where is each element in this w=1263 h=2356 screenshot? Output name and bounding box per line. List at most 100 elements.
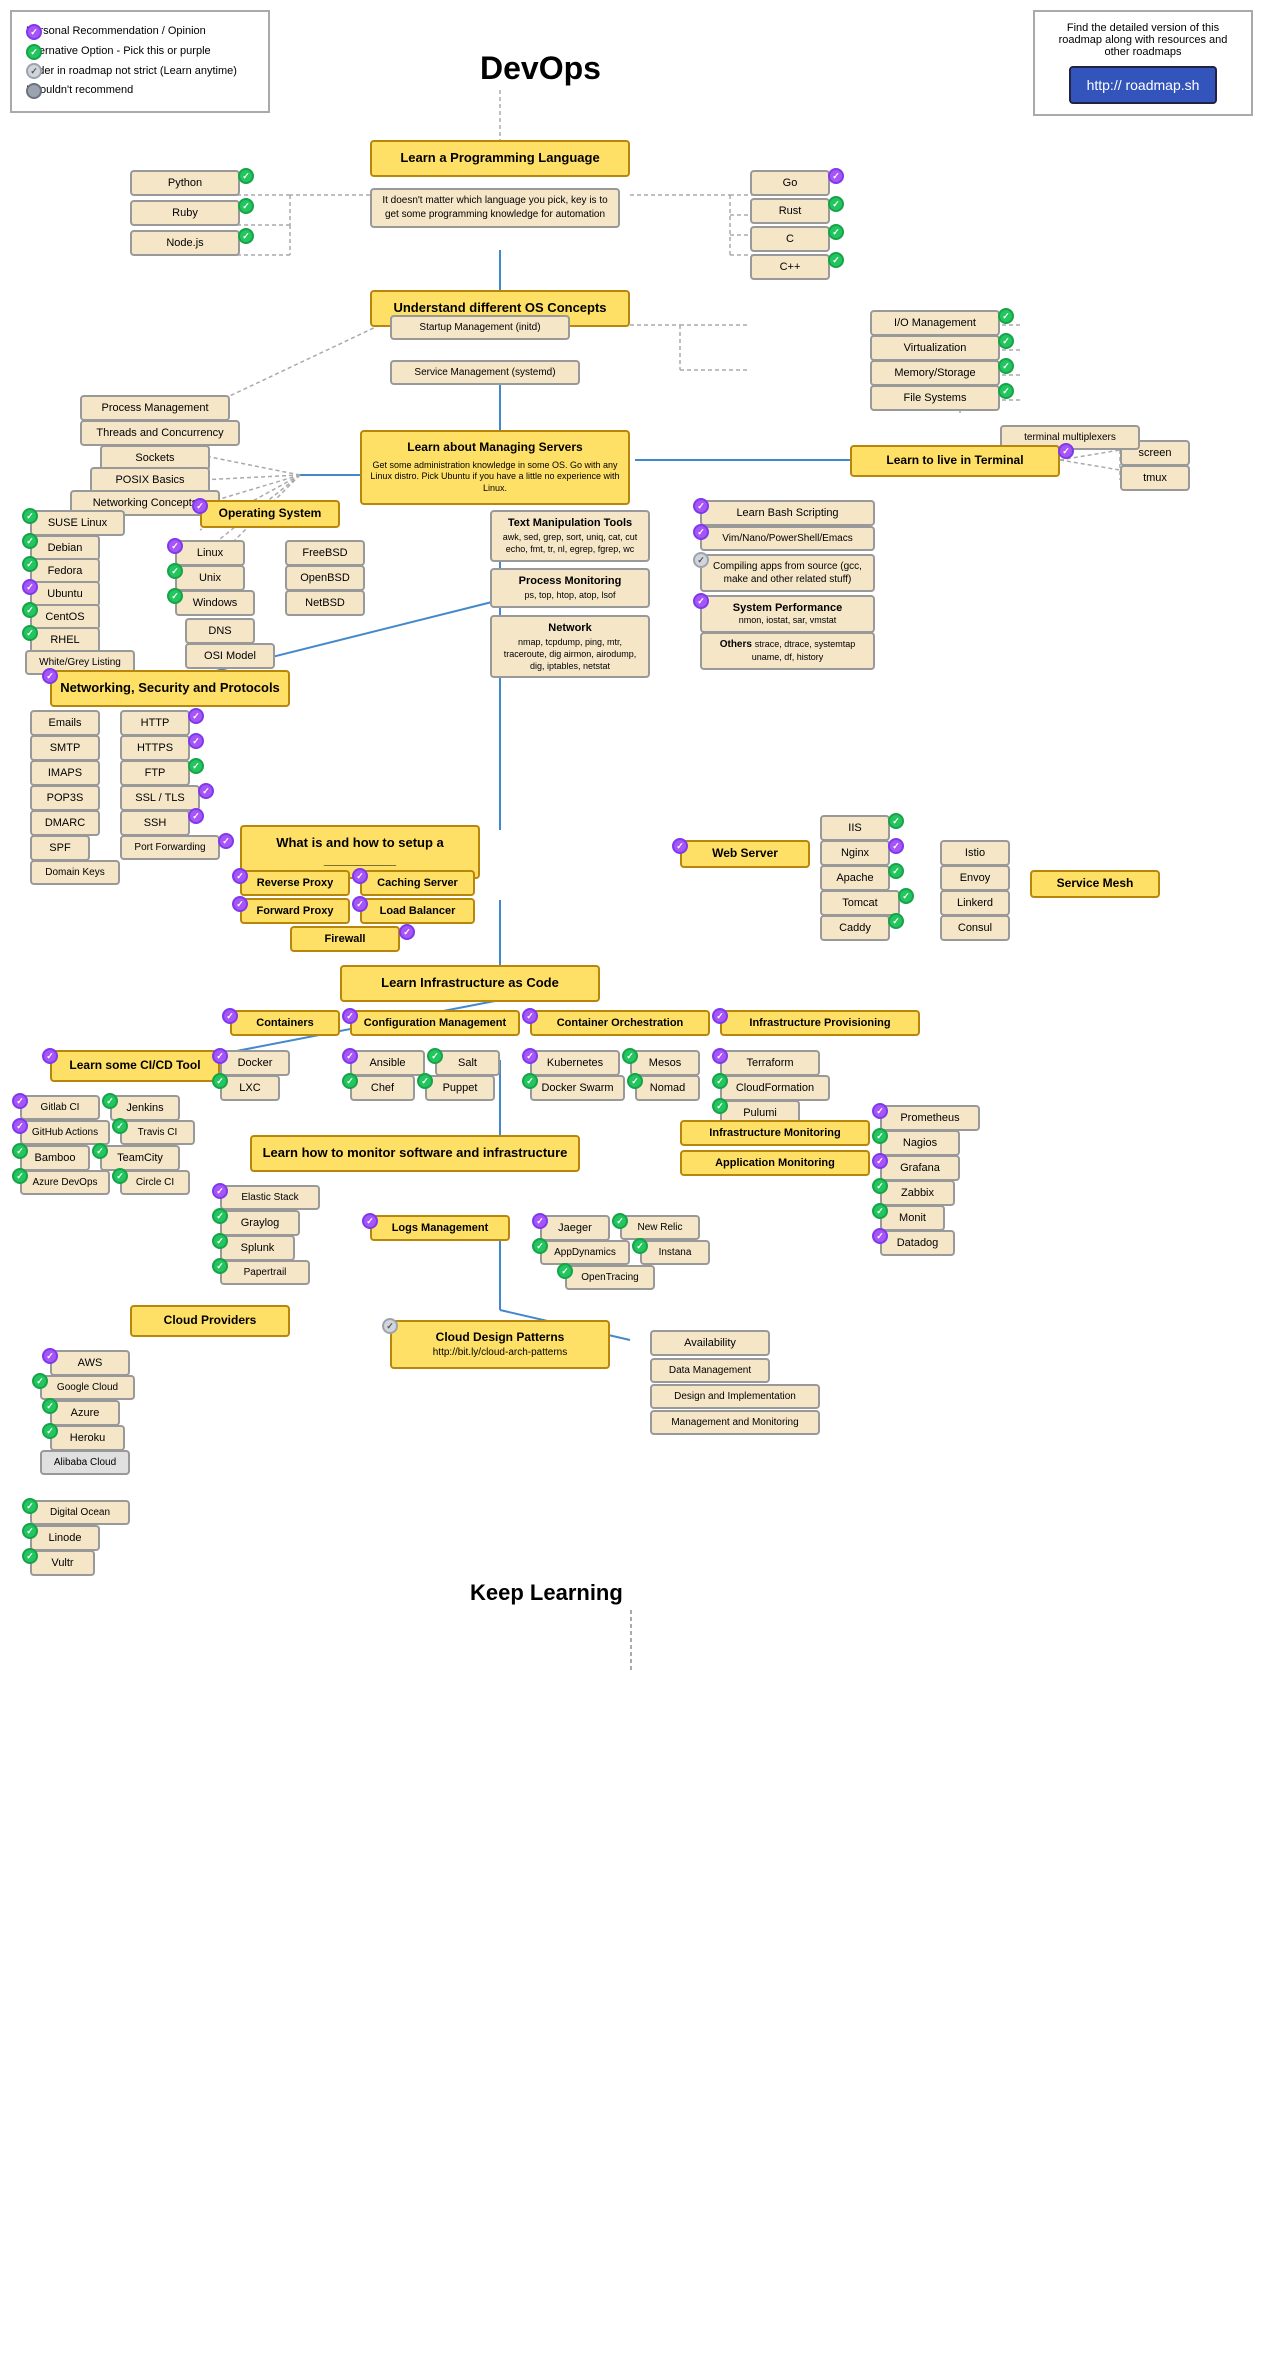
node-compiling: Compiling apps from source (gcc, make an… bbox=[700, 554, 875, 592]
node-https: HTTPS bbox=[120, 735, 190, 761]
badge-lb: ✓ bbox=[352, 896, 368, 912]
node-gitlab-ci: Gitlab CI bbox=[20, 1095, 100, 1120]
badge-opentracing: ✓ bbox=[557, 1263, 573, 1279]
node-app-monitoring: Application Monitoring bbox=[680, 1150, 870, 1176]
node-papertrail: Papertrail bbox=[220, 1260, 310, 1285]
badge-orch: ✓ bbox=[522, 1008, 538, 1024]
node-linode: Linode bbox=[30, 1525, 100, 1551]
node-travis-ci: Travis CI bbox=[120, 1120, 195, 1145]
badge-rev: ✓ bbox=[232, 868, 248, 884]
node-cpp: C++ bbox=[750, 254, 830, 280]
badge-azure-devops: ✓ bbox=[12, 1168, 28, 1184]
badge-compiling: ✓ bbox=[693, 552, 709, 568]
node-chef: Chef bbox=[350, 1075, 415, 1101]
badge-docker: ✓ bbox=[212, 1048, 228, 1064]
badge-bamboo: ✓ bbox=[12, 1143, 28, 1159]
node-caddy: Caddy bbox=[820, 915, 890, 941]
node-grafana: Grafana bbox=[880, 1155, 960, 1181]
node-appdynamics: AppDynamics bbox=[540, 1240, 630, 1265]
node-ssh: SSH bbox=[120, 810, 190, 836]
node-load-balancer: Load Balancer bbox=[360, 898, 475, 924]
main-title: DevOps bbox=[480, 50, 601, 87]
node-docker: Docker bbox=[220, 1050, 290, 1076]
badge-vultr: ✓ bbox=[22, 1548, 38, 1564]
badge-unix: ✓ bbox=[167, 563, 183, 579]
node-graylog: Graylog bbox=[220, 1210, 300, 1236]
node-google-cloud: Google Cloud bbox=[40, 1375, 135, 1400]
node-vultr: Vultr bbox=[30, 1550, 95, 1576]
node-opentracing: OpenTracing bbox=[565, 1265, 655, 1290]
node-digital-ocean: Digital Ocean bbox=[30, 1500, 130, 1525]
node-kubernetes: Kubernetes bbox=[530, 1050, 620, 1076]
node-osi: OSI Model bbox=[185, 643, 275, 669]
badge-ws: ✓ bbox=[672, 838, 688, 854]
badge-ruby: ✓ bbox=[238, 198, 254, 214]
node-io-mgmt: I/O Management bbox=[870, 310, 1000, 336]
node-new-relic: New Relic bbox=[620, 1215, 700, 1240]
badge-prom: ✓ bbox=[872, 1103, 888, 1119]
node-terminal: Learn to live in Terminal bbox=[850, 445, 1060, 477]
node-linux: Linux bbox=[175, 540, 245, 566]
footer-text: Keep Learning bbox=[470, 1580, 623, 1606]
node-aws: AWS bbox=[50, 1350, 130, 1376]
node-linkerd: Linkerd bbox=[940, 890, 1010, 916]
node-imaps: IMAPS bbox=[30, 760, 100, 786]
node-cloud-providers: Cloud Providers bbox=[130, 1305, 290, 1337]
node-istio: Istio bbox=[940, 840, 1010, 866]
badge-net-sec: ✓ bbox=[42, 668, 58, 684]
node-freebsd: FreeBSD bbox=[285, 540, 365, 566]
node-infra-as-code: Learn Infrastructure as Code bbox=[340, 965, 600, 1002]
node-iis: IIS bbox=[820, 815, 890, 841]
node-lxc: LXC bbox=[220, 1075, 280, 1101]
badge-travis: ✓ bbox=[112, 1118, 128, 1134]
badge-go: ✓ bbox=[828, 168, 844, 184]
badge-caddy: ✓ bbox=[888, 913, 904, 929]
node-monitor: Learn how to monitor software and infras… bbox=[250, 1135, 580, 1172]
badge-c: ✓ bbox=[828, 224, 844, 240]
badge-nomad: ✓ bbox=[627, 1073, 643, 1089]
node-cloud-patterns: Cloud Design Patterns http://bit.ly/clou… bbox=[390, 1320, 610, 1369]
node-prometheus: Prometheus bbox=[880, 1105, 980, 1131]
node-config-mgmt: Configuration Management bbox=[350, 1010, 520, 1036]
node-logs-mgmt: Logs Management bbox=[370, 1215, 510, 1241]
badge-aws: ✓ bbox=[42, 1348, 58, 1364]
roadmap-url[interactable]: http:// roadmap.sh bbox=[1069, 66, 1218, 104]
info-box: Find the detailed version of this roadma… bbox=[1033, 10, 1253, 116]
badge-grafana: ✓ bbox=[872, 1153, 888, 1169]
badge-salt: ✓ bbox=[427, 1048, 443, 1064]
node-python: Python bbox=[130, 170, 240, 196]
node-spf: SPF bbox=[30, 835, 90, 861]
badge-newrelic: ✓ bbox=[612, 1213, 628, 1229]
legend-not-recommend: I wouldn't recommend bbox=[26, 81, 133, 101]
node-startup-mgmt: Startup Management (initd) bbox=[390, 315, 570, 340]
badge-infra-prov: ✓ bbox=[712, 1008, 728, 1024]
node-containers: Containers bbox=[230, 1010, 340, 1036]
node-cloudformation: CloudFormation bbox=[720, 1075, 830, 1101]
badge-chef: ✓ bbox=[342, 1073, 358, 1089]
badge-lxc: ✓ bbox=[212, 1073, 228, 1089]
badge-heroku: ✓ bbox=[42, 1423, 58, 1439]
node-ssl-tls: SSL / TLS bbox=[120, 785, 200, 811]
node-mesos: Mesos bbox=[630, 1050, 700, 1076]
node-managing-servers: Learn about Managing Servers Get some ad… bbox=[360, 430, 630, 505]
badge-patterns: ✓ bbox=[382, 1318, 398, 1334]
badge-iis: ✓ bbox=[888, 813, 904, 829]
node-sys-perf: System Performance nmon, iostat, sar, vm… bbox=[700, 595, 875, 633]
badge-windows: ✓ bbox=[167, 588, 183, 604]
badge-green: ✓ bbox=[26, 44, 42, 60]
node-nginx: Nginx bbox=[820, 840, 890, 866]
node-firewall: Firewall bbox=[290, 926, 400, 952]
node-ruby: Ruby bbox=[130, 200, 240, 226]
badge-pulumi: ✓ bbox=[712, 1098, 728, 1114]
node-consul: Consul bbox=[940, 915, 1010, 941]
node-puppet: Puppet bbox=[425, 1075, 495, 1101]
badge-jenkins: ✓ bbox=[102, 1093, 118, 1109]
node-splunk: Splunk bbox=[220, 1235, 295, 1261]
badge-teamcity: ✓ bbox=[92, 1143, 108, 1159]
node-elastic: Elastic Stack bbox=[220, 1185, 320, 1210]
node-windows: Windows bbox=[175, 590, 255, 616]
node-web-server: Web Server bbox=[680, 840, 810, 868]
badge-tomcat: ✓ bbox=[898, 888, 914, 904]
node-envoy: Envoy bbox=[940, 865, 1010, 891]
node-teamcity: TeamCity bbox=[100, 1145, 180, 1171]
